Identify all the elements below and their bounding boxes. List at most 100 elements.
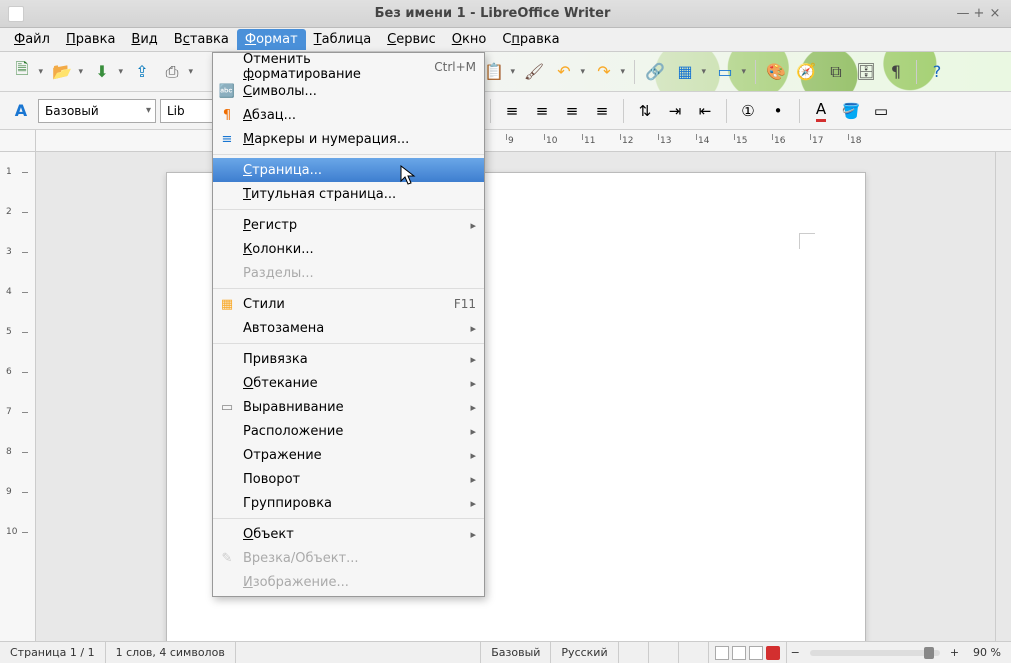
- increase-indent-button[interactable]: ⇥: [662, 98, 688, 124]
- menu-item-поворот[interactable]: Поворот: [213, 467, 484, 491]
- menu-item-отменить-форматирование[interactable]: Отменить форматированиеCtrl+M: [213, 55, 484, 79]
- insert-table-button[interactable]: ▦: [671, 58, 699, 86]
- menu-item-группировка[interactable]: Группировка: [213, 491, 484, 515]
- hruler[interactable]: 9101112131415161718: [36, 130, 1011, 151]
- zoom-slider-thumb[interactable]: [924, 647, 934, 659]
- zoom-value[interactable]: 90 %: [963, 642, 1011, 663]
- minimize-button[interactable]: —: [955, 6, 971, 21]
- bullets-button[interactable]: •: [765, 98, 791, 124]
- ruler-label: 17: [812, 136, 823, 146]
- menu-shortcut: F11: [454, 297, 476, 311]
- align-justify-button[interactable]: ≡: [589, 98, 615, 124]
- status-language[interactable]: Русский: [551, 642, 618, 663]
- menu-item-label: Отражение: [243, 448, 464, 463]
- numbering-button[interactable]: ①: [735, 98, 761, 124]
- redo-button[interactable]: ↷: [590, 58, 618, 86]
- menu-item-label: Поворот: [243, 472, 464, 487]
- zoom-slider[interactable]: [810, 650, 940, 656]
- menu-сервис[interactable]: Сервис: [379, 29, 444, 50]
- выравнивание-icon: ▭: [217, 400, 237, 415]
- char-border-button[interactable]: ▭: [868, 98, 894, 124]
- menu-item-обтекание[interactable]: Обтекание: [213, 371, 484, 395]
- ruler-label: 13: [660, 136, 671, 146]
- status-style[interactable]: Базовый: [481, 642, 551, 663]
- menu-item-титульная-страница-[interactable]: Титульная страница...: [213, 182, 484, 206]
- menu-item-абзац-[interactable]: ¶Абзац...: [213, 103, 484, 127]
- menu-item-расположение[interactable]: Расположение: [213, 419, 484, 443]
- menu-item-маркеры-и-нумерация-[interactable]: ≡Маркеры и нумерация...: [213, 127, 484, 151]
- menu-item-label: Объект: [243, 527, 464, 542]
- menu-окно[interactable]: Окно: [444, 29, 495, 50]
- menu-item-отражение[interactable]: Отражение: [213, 443, 484, 467]
- hyperlink-button[interactable]: 🔗: [641, 58, 669, 86]
- menubar: ФайлПравкаВидВставкаФорматТаблицаСервисО…: [0, 28, 1011, 52]
- close-button[interactable]: ×: [987, 6, 1003, 21]
- separator: [726, 99, 727, 123]
- sidebar-button[interactable]: ⧉: [822, 58, 850, 86]
- menu-item-символы-[interactable]: 🔤Символы...: [213, 79, 484, 103]
- menu-item-колонки-[interactable]: Колонки...: [213, 237, 484, 261]
- clone-format-button[interactable]: 🖌: [520, 58, 548, 86]
- status-signature[interactable]: [679, 642, 709, 663]
- submenu-arrow-icon: [470, 321, 476, 336]
- vertical-scrollbar[interactable]: [995, 152, 1011, 641]
- menu-item-регистр[interactable]: Регистр: [213, 213, 484, 237]
- undo-button[interactable]: ↶: [550, 58, 578, 86]
- align-center-button[interactable]: ≡: [529, 98, 555, 124]
- menu-таблица[interactable]: Таблица: [306, 29, 380, 50]
- maximize-button[interactable]: +: [971, 6, 987, 21]
- menu-вставка[interactable]: Вставка: [166, 29, 237, 50]
- paragraph-style-combo[interactable]: Базовый: [38, 99, 156, 123]
- vertical-ruler[interactable]: 12345678910: [0, 152, 36, 641]
- data-sources-button[interactable]: 🗄: [852, 58, 880, 86]
- insert-row-button[interactable]: ▭: [711, 58, 739, 86]
- zoom-in-button[interactable]: +: [946, 642, 963, 663]
- menu-формат[interactable]: Формат: [237, 29, 306, 50]
- zoom-out-button[interactable]: −: [787, 642, 804, 663]
- nonprinting-button[interactable]: ¶: [882, 58, 910, 86]
- menu-item-выравнивание[interactable]: ▭ Выравнивание: [213, 395, 484, 419]
- menu-правка[interactable]: Правка: [58, 29, 123, 50]
- gallery-button[interactable]: 🎨: [762, 58, 790, 86]
- status-selection-mode[interactable]: [649, 642, 679, 663]
- help-button[interactable]: ?: [923, 58, 951, 86]
- view-book-button[interactable]: [749, 646, 763, 660]
- vruler-label: 1: [6, 167, 12, 177]
- window-title: Без имени 1 - LibreOffice Writer: [30, 6, 955, 21]
- menu-item-привязка[interactable]: Привязка: [213, 347, 484, 371]
- font-color-button[interactable]: A: [808, 98, 834, 124]
- line-spacing-button[interactable]: ⇅: [632, 98, 658, 124]
- save-button[interactable]: ⬇: [88, 58, 116, 86]
- submenu-arrow-icon: [470, 496, 476, 511]
- menu-item-label: Выравнивание: [243, 400, 464, 415]
- align-right-button[interactable]: ≡: [559, 98, 585, 124]
- menu-item-автозамена[interactable]: Автозамена: [213, 316, 484, 340]
- open-button[interactable]: 📂: [48, 58, 76, 86]
- export-pdf-button[interactable]: ⇪: [128, 58, 156, 86]
- status-wordcount[interactable]: 1 слов, 4 символов: [106, 642, 236, 663]
- view-book-icon[interactable]: [766, 646, 780, 660]
- menu-item-стили[interactable]: ▦СтилиF11: [213, 292, 484, 316]
- separator: [799, 99, 800, 123]
- align-left-button[interactable]: ≡: [499, 98, 525, 124]
- view-single-page-button[interactable]: [715, 646, 729, 660]
- menu-вид[interactable]: Вид: [123, 29, 165, 50]
- menu-item-разделы-: Разделы...: [213, 261, 484, 285]
- document-canvas[interactable]: [36, 152, 995, 641]
- vruler-label: 4: [6, 287, 12, 297]
- print-button[interactable]: ⎙: [158, 58, 186, 86]
- view-multi-page-button[interactable]: [732, 646, 746, 660]
- background-color-button[interactable]: 🪣: [838, 98, 864, 124]
- menu-файл[interactable]: Файл: [6, 29, 58, 50]
- navigator-button[interactable]: 🧭: [792, 58, 820, 86]
- menu-item-объект[interactable]: Объект: [213, 522, 484, 546]
- apply-style-button[interactable]: A: [8, 98, 34, 124]
- стили-icon: ▦: [217, 297, 237, 312]
- menu-item-страница-[interactable]: Страница...: [213, 158, 484, 182]
- decrease-indent-button[interactable]: ⇤: [692, 98, 718, 124]
- status-page[interactable]: Страница 1 / 1: [0, 642, 106, 663]
- status-insert-mode[interactable]: [619, 642, 649, 663]
- submenu-arrow-icon: [470, 448, 476, 463]
- menu-справка[interactable]: Справка: [494, 29, 567, 50]
- new-doc-button[interactable]: 🗎: [8, 58, 36, 86]
